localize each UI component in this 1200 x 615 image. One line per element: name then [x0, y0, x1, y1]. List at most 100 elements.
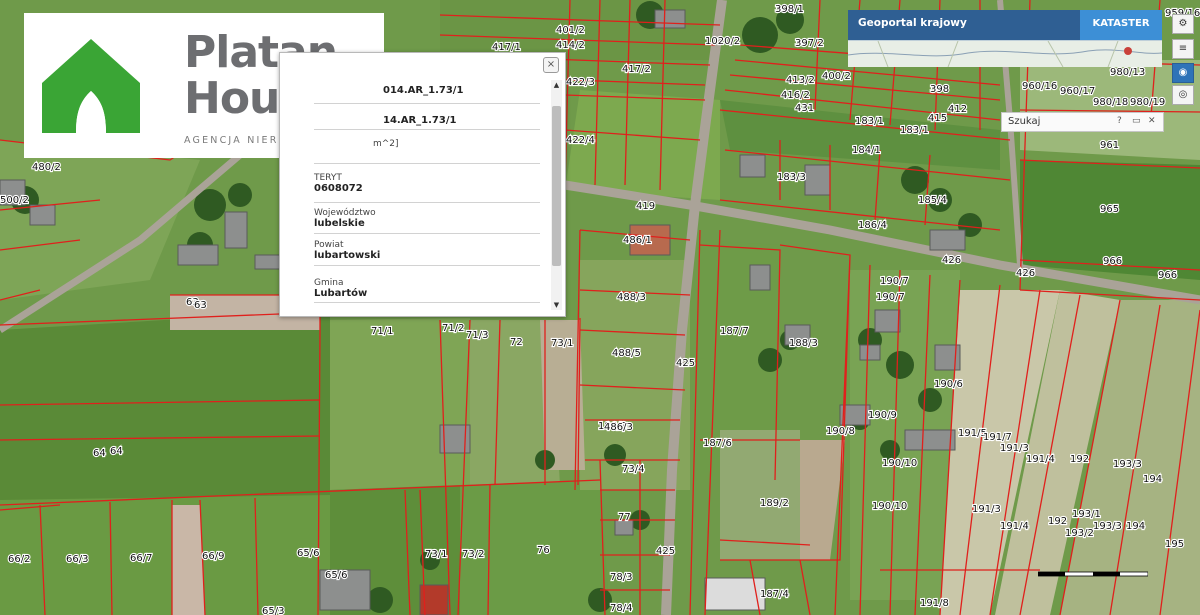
field-value: lubartowski: [314, 250, 381, 261]
parcel-label: 960/17: [1060, 86, 1095, 97]
parcel-label: 422/4: [566, 135, 595, 146]
parcel-label: 431: [795, 103, 814, 114]
parcel-label: 488/5: [612, 348, 641, 359]
parcel-label: 192: [1048, 516, 1067, 527]
parcel-label: 486/1: [623, 235, 652, 246]
field-label: Powiat: [314, 240, 344, 250]
parcel-label: 191/4: [1026, 454, 1055, 465]
separator: [314, 129, 540, 130]
scroll-down-icon[interactable]: ▼: [551, 300, 562, 310]
parcel-label: 186/4: [858, 220, 887, 231]
parcel-label: 480/2: [32, 162, 61, 173]
parcel-label: 400/2: [822, 71, 851, 82]
parcel-label: 960/16: [1022, 81, 1057, 92]
field-value: lubelskie: [314, 218, 365, 229]
eye-icon[interactable]: ◎: [1172, 85, 1194, 105]
parcel-label: 71/3: [466, 330, 488, 341]
separator: [314, 163, 540, 164]
parcel-label: 183/1: [855, 116, 884, 127]
layer-kataster-button[interactable]: KATASTER: [1080, 10, 1162, 40]
popup-scrollbar[interactable]: ▲ ▼: [551, 80, 562, 310]
parcel-label: 415: [928, 113, 947, 124]
parcel-label: 193/1: [1072, 509, 1101, 520]
parcel-label: 71/2: [442, 323, 464, 334]
parcel-label: 190/7: [876, 292, 905, 303]
parcel-label: 980/18: [1093, 97, 1128, 108]
parcel-label: 413/2: [786, 75, 815, 86]
field-teryt: TERYT 0608072: [314, 173, 540, 203]
field-gmina: Gmina Lubartów: [314, 278, 540, 303]
parcel-label: 194: [1143, 474, 1162, 485]
parcel-label: 192: [1070, 454, 1089, 465]
close-icon[interactable]: ✕: [1148, 116, 1156, 126]
geoportal-bar: Geoportal krajowy KATASTER: [848, 10, 1162, 40]
parcel-label: 66/9: [202, 551, 224, 562]
scale-bar: [1038, 571, 1148, 577]
parcel-label: 187/4: [760, 589, 789, 600]
parcel-label: 500/2: [0, 195, 29, 206]
parcel-label: 73/1: [425, 549, 447, 560]
parcel-label: 190/10: [882, 458, 917, 469]
parcel-label: 78/3: [610, 572, 632, 583]
parcel-label: 64: [110, 446, 123, 457]
scroll-thumb[interactable]: [552, 106, 561, 266]
field-label: Województwo: [314, 208, 376, 218]
parcel-label: 194: [1126, 521, 1145, 532]
parcel-label: 195: [1165, 539, 1184, 550]
geoportal-banner[interactable]: Geoportal krajowy KATASTER: [847, 10, 1163, 68]
parcel-label: 961: [1100, 140, 1119, 151]
parcel-label: 65/6: [297, 548, 319, 559]
parcel-label: 416/2: [781, 90, 810, 101]
parcel-label: 193/3: [1093, 521, 1122, 532]
separator: [314, 202, 540, 203]
parcel-label: 193/3: [1113, 459, 1142, 470]
parcel-info-popup[interactable]: × 014.AR_1.73/1 14.AR_1.73/1 m^2] TERYT …: [279, 52, 566, 317]
parcel-label: 426: [942, 255, 961, 266]
field-value: Lubartów: [314, 288, 368, 299]
parcel-label: 190/7: [880, 276, 909, 287]
close-icon[interactable]: ×: [543, 57, 559, 73]
parcel-label: 66/2: [8, 554, 30, 565]
layers-icon[interactable]: ≡: [1172, 39, 1194, 59]
parcel-label: 73/4: [622, 464, 644, 475]
parcel-label: 189/2: [760, 498, 789, 509]
parcel-label: 417/2: [622, 64, 651, 75]
parcel-label: 183/1: [900, 125, 929, 136]
search-panel[interactable]: Szukaj ? ▭ ✕: [1001, 112, 1164, 132]
parcel-label: 76: [537, 545, 550, 556]
geoportal-title: Geoportal krajowy: [858, 17, 967, 29]
house-leaf-icon: [42, 39, 140, 133]
parcel-label: 486/3: [604, 422, 633, 433]
parcel-label: 73/1: [551, 338, 573, 349]
parcel-label: 183/3: [777, 172, 806, 183]
parcel-label: 965: [1100, 204, 1119, 215]
parcel-label: 425: [676, 358, 695, 369]
visibility-icon[interactable]: ◉: [1172, 63, 1194, 83]
minimize-icon[interactable]: ▭: [1132, 116, 1141, 126]
parcel-label: 187/7: [720, 326, 749, 337]
parcel-label: 190/6: [934, 379, 963, 390]
parcel-label: 401/2: [556, 25, 585, 36]
parcel-label: 488/3: [617, 292, 646, 303]
scroll-up-icon[interactable]: ▲: [551, 80, 562, 90]
separator: [314, 265, 540, 266]
field-label: TERYT: [314, 173, 342, 183]
separator: [314, 302, 540, 303]
settings-icon[interactable]: ⚙: [1172, 14, 1194, 34]
parcel-label: 980/19: [1130, 97, 1165, 108]
parcel-label: 63: [194, 300, 207, 311]
separator: [314, 233, 540, 234]
parcel-label: 66/7: [130, 553, 152, 564]
parcel-label: 419: [636, 201, 655, 212]
parcel-label: 397/2: [795, 38, 824, 49]
parcel-label: 966: [1158, 270, 1177, 281]
parcel-label: 65/6: [325, 570, 347, 581]
parcel-label: 980/13: [1110, 67, 1145, 78]
overview-map-thumbnail[interactable]: [847, 40, 1163, 68]
field-label: Gmina: [314, 278, 344, 288]
parcel-label: 966: [1103, 256, 1122, 267]
parcel-label: 426: [1016, 268, 1035, 279]
parcel-label: 72: [510, 337, 523, 348]
help-icon[interactable]: ?: [1117, 116, 1122, 126]
parcel-label: 77: [618, 512, 631, 523]
